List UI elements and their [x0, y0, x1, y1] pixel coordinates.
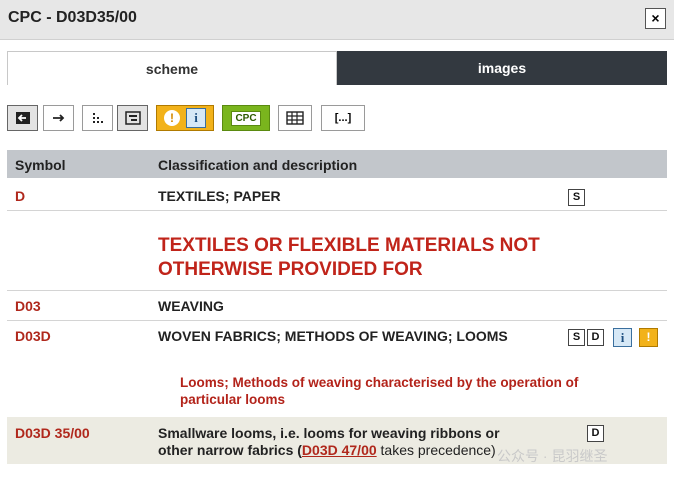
tab-images[interactable]: images	[337, 51, 667, 85]
row-description-line1: Smallware looms, i.e. looms for weaving …	[158, 425, 500, 441]
tree-view-icon	[124, 111, 141, 125]
row-description: WEAVING	[158, 298, 224, 314]
row-symbol[interactable]: D03	[15, 298, 41, 314]
row-symbol[interactable]: D03D	[15, 328, 51, 344]
definition-d-icon[interactable]: D	[587, 329, 604, 346]
precedence-link[interactable]: D03D 47/00	[302, 442, 377, 458]
row-description: WOVEN FABRICS; METHODS OF WEAVING; LOOMS	[158, 328, 508, 344]
section-title-row	[7, 211, 667, 291]
description-column-header: Classification and description	[158, 157, 358, 173]
close-button[interactable]: ×	[645, 8, 666, 29]
watermark-text: 公众号 · 昆羽继圣	[497, 448, 608, 464]
cpc-label: CPC	[231, 110, 261, 126]
collapse-left-button[interactable]	[7, 105, 38, 131]
tab-scheme[interactable]: scheme	[7, 51, 337, 85]
row-description: TEXTILES; PAPER	[158, 188, 281, 204]
tree-view-button[interactable]	[117, 105, 148, 131]
table-row[interactable]: D TEXTILES; PAPER S	[7, 178, 667, 211]
more-options-button[interactable]: [...]	[321, 105, 365, 131]
row-description-line2-suffix: takes precedence)	[376, 442, 496, 458]
arrow-left-bar-icon	[15, 112, 30, 124]
table-grid-icon	[286, 111, 304, 125]
symbol-column-header: Symbol	[15, 157, 66, 173]
row-symbol[interactable]: D03D 35/00	[15, 425, 90, 441]
table-header: Symbol Classification and description	[7, 150, 667, 178]
warnings-info-button[interactable]: ! i	[156, 105, 214, 131]
hierarchy-button[interactable]	[82, 105, 113, 131]
expand-right-button[interactable]	[43, 105, 74, 131]
info-icon[interactable]: i	[613, 328, 632, 347]
close-icon: ×	[651, 10, 660, 26]
ellipsis-label: [...]	[334, 112, 352, 124]
table-view-button[interactable]	[278, 105, 312, 131]
scheme-toolbar: ! i CPC [...]	[7, 105, 407, 133]
dialog-title: CPC - D03D35/00	[8, 9, 137, 26]
warning-icon[interactable]: !	[639, 328, 658, 347]
row-symbol[interactable]: D	[15, 188, 25, 204]
table-row[interactable]: D03 WEAVING	[7, 291, 667, 321]
cpc-button[interactable]: CPC	[222, 105, 270, 131]
tab-bar: scheme images	[7, 51, 667, 85]
warning-icon: !	[164, 110, 180, 126]
definition-d-icon[interactable]: D	[587, 425, 604, 442]
arrow-right-icon	[52, 114, 64, 122]
info-icon: i	[186, 108, 206, 128]
table-row[interactable]: D03D WOVEN FABRICS; METHODS OF WEAVING; …	[7, 321, 667, 351]
scheme-s-icon[interactable]: S	[568, 189, 585, 206]
hierarchy-dots-icon	[92, 113, 103, 123]
row-description-line2-prefix: other narrow fabrics (	[158, 442, 302, 458]
scheme-s-icon[interactable]: S	[568, 329, 585, 346]
group-note: Looms; Methods of weaving characterised …	[180, 375, 579, 407]
dialog-titlebar: CPC - D03D35/00 ×	[0, 0, 674, 40]
